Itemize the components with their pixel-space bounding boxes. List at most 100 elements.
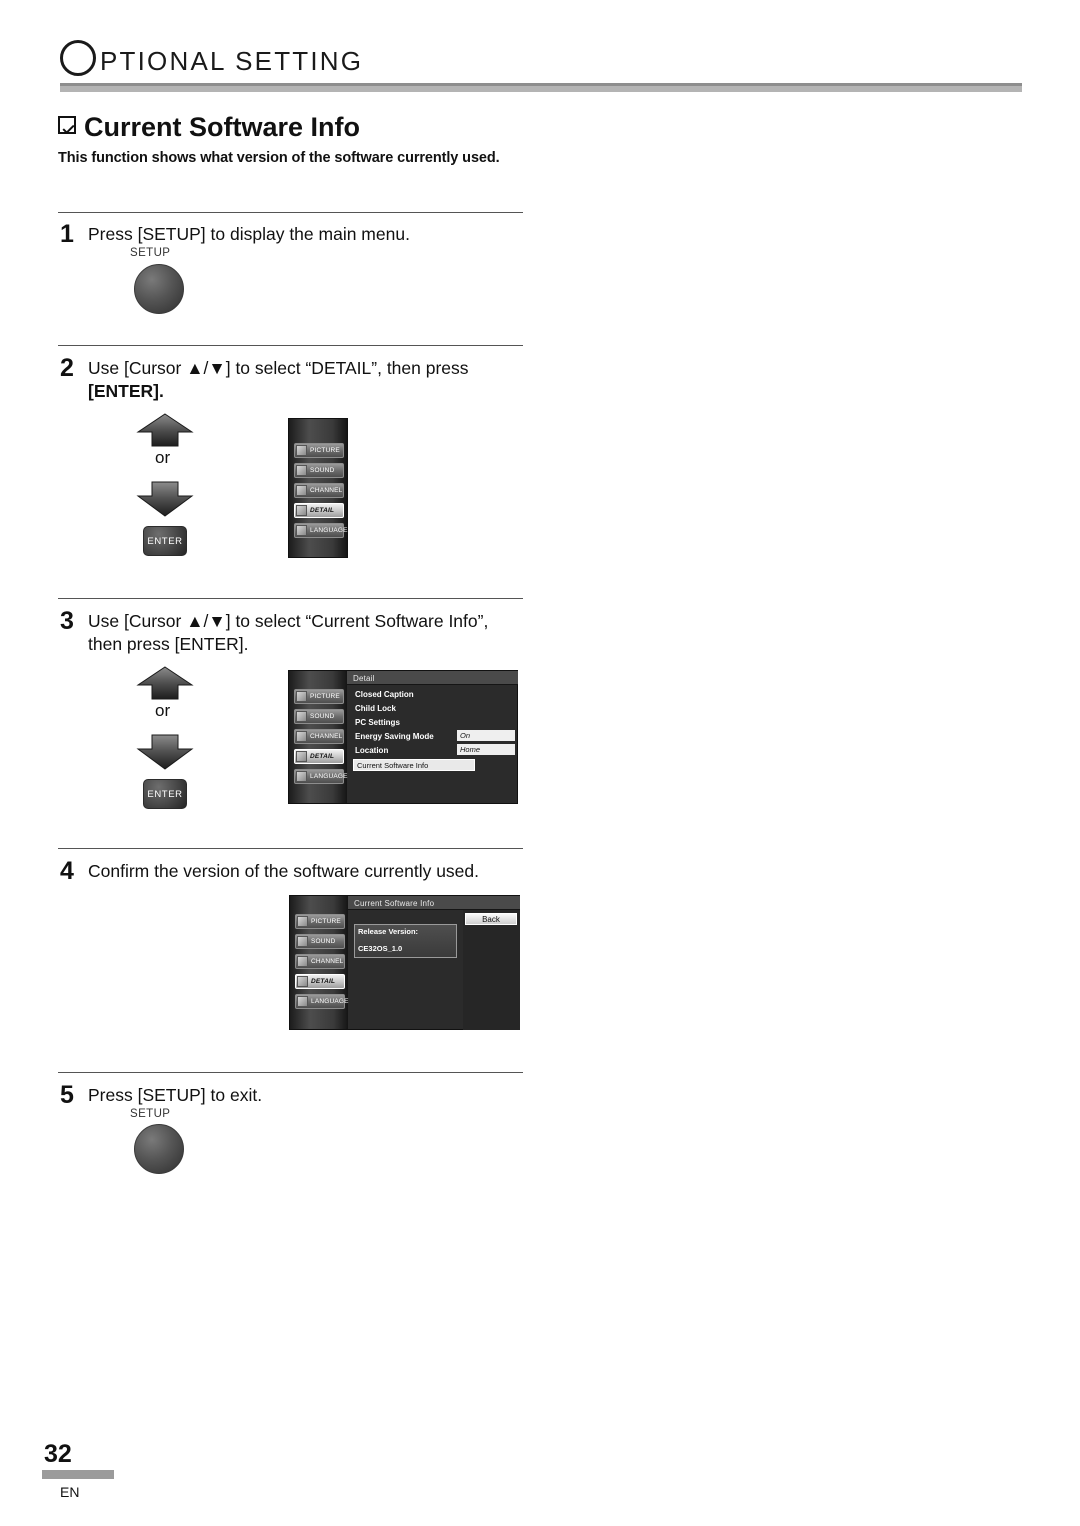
section-title: Current Software Info [58,112,360,143]
detail-icon-3 [297,976,308,987]
section-title-text: Current Software Info [84,112,361,142]
detail-row-location[interactable]: Location [355,746,388,755]
detail-row-pc-settings[interactable]: PC Settings [355,718,400,727]
menu-item-picture-2-label: PICTURE [310,693,340,700]
osd-info-right-panel [463,910,520,1030]
manual-page: PTIONAL SETTING Current Software Info Th… [0,0,1080,1526]
language-icon-2 [296,771,307,782]
menu-item-channel[interactable]: CHANNEL [294,483,344,498]
menu-item-detail-label: DETAIL [310,507,335,514]
menu-item-picture-3[interactable]: PICTURE [295,914,345,929]
osd-main-menu: PICTURE SOUND CHANNEL DETAIL LANGUAGE [288,418,348,558]
divider-5 [58,1072,523,1073]
release-version-value: CE32OS_1.0 [358,944,403,953]
menu-item-language-2-label: LANGUAGE [310,773,348,780]
language-icon [296,525,307,536]
step-3-text-line1: Use [Cursor ▲/▼] to select “Current Soft… [88,611,489,631]
menu-item-picture-2[interactable]: PICTURE [294,689,344,704]
cursor-up-icon-2 [136,665,194,703]
picture-icon-2 [296,691,307,702]
menu-item-sound-3-label: SOUND [311,938,336,945]
menu-item-language[interactable]: LANGUAGE [294,523,348,538]
menu-item-channel-label: CHANNEL [310,487,343,494]
release-version-label: Release Version: [358,927,419,936]
step-1-setup-label: SETUP [130,247,171,259]
menu-item-sound-2[interactable]: SOUND [294,709,344,724]
step-5-text: Press [SETUP] to exit. [88,1085,263,1105]
back-button[interactable]: Back [465,913,517,925]
menu-item-language-3-label: LANGUAGE [311,998,349,1005]
page-title: PTIONAL SETTING [100,46,364,76]
divider-4 [58,848,523,849]
step-5-setup-label: SETUP [130,1108,171,1120]
divider-3 [58,598,523,599]
menu-item-sound[interactable]: SOUND [294,463,344,478]
menu-item-picture-3-label: PICTURE [311,918,341,925]
setup-button-graphic-2 [134,1124,184,1174]
header-o-circle [60,40,96,76]
page-number: 32 [44,1440,72,1468]
divider-1 [58,212,523,213]
menu-item-sound-3[interactable]: SOUND [295,934,345,949]
sound-icon-2 [296,711,307,722]
footer-bar [42,1470,114,1479]
menu-item-language-label: LANGUAGE [310,527,348,534]
step-4-number: 4 [60,857,74,885]
menu-item-detail-2-label: DETAIL [310,753,335,760]
step-2-text-line2: [ENTER]. [88,381,164,401]
osd-software-info-screen: Current Software Info PICTURE SOUND CHAN… [289,895,520,1030]
detail-row-current-software-info[interactable]: Current Software Info [353,759,475,771]
picture-icon [296,445,307,456]
divider-2 [58,345,523,346]
menu-item-channel-3-label: CHANNEL [311,958,344,965]
sound-icon [296,465,307,476]
step-4-text: Confirm the version of the software curr… [88,861,480,881]
detail-icon [296,505,307,516]
menu-item-channel-3[interactable]: CHANNEL [295,954,345,969]
step-1-number: 1 [60,220,74,248]
page-header: PTIONAL SETTING [60,40,1022,100]
language-icon-3 [297,996,308,1007]
enter-button-graphic-2: ENTER [143,779,187,809]
enter-button-graphic-1: ENTER [143,526,187,556]
menu-item-picture-label: PICTURE [310,447,340,454]
menu-item-channel-2[interactable]: CHANNEL [294,729,344,744]
cursor-down-icon-2 [136,723,194,770]
header-rule-dark [60,83,1022,86]
step-3-text-line2: then press [ENTER]. [88,634,249,654]
channel-icon-3 [297,956,308,967]
detail-row-closed-caption[interactable]: Closed Caption [355,690,414,699]
step-2-number: 2 [60,354,74,382]
detail-row-child-lock[interactable]: Child Lock [355,704,396,713]
setup-button-graphic-1 [134,264,184,314]
step-2-or-label: or [155,448,171,467]
detail-icon-2 [296,751,307,762]
osd-detail-title: Detail [353,674,375,683]
step-1-text: Press [SETUP] to display the main menu. [88,224,410,244]
cursor-down-icon-1 [136,470,194,517]
menu-item-detail-3[interactable]: DETAIL [295,974,345,989]
detail-value-location[interactable]: Home [457,744,515,755]
step-5-number: 5 [60,1081,74,1109]
channel-icon-2 [296,731,307,742]
menu-item-detail-3-label: DETAIL [311,978,336,985]
osd-info-title: Current Software Info [354,899,435,908]
menu-item-language-3[interactable]: LANGUAGE [295,994,349,1009]
picture-icon-3 [297,916,308,927]
section-subtitle: This function shows what version of the … [58,150,500,166]
osd-detail-screen: Detail PICTURE SOUND CHANNEL DETAIL LANG… [288,670,518,804]
channel-icon [296,485,307,496]
menu-item-detail-2[interactable]: DETAIL [294,749,344,764]
menu-item-picture[interactable]: PICTURE [294,443,344,458]
step-2-text-line1: Use [Cursor ▲/▼] to select “DETAIL”, the… [88,358,469,378]
step-3-or-label: or [155,701,171,720]
menu-item-detail[interactable]: DETAIL [294,503,344,518]
footer-language: EN [60,1484,80,1500]
cursor-up-icon-1 [136,412,194,450]
detail-value-energy-saving-mode[interactable]: On [457,730,515,741]
menu-item-language-2[interactable]: LANGUAGE [294,769,348,784]
sound-icon-3 [297,936,308,947]
menu-item-sound-label: SOUND [310,467,335,474]
detail-row-energy-saving-mode[interactable]: Energy Saving Mode [355,732,434,741]
menu-item-sound-2-label: SOUND [310,713,335,720]
